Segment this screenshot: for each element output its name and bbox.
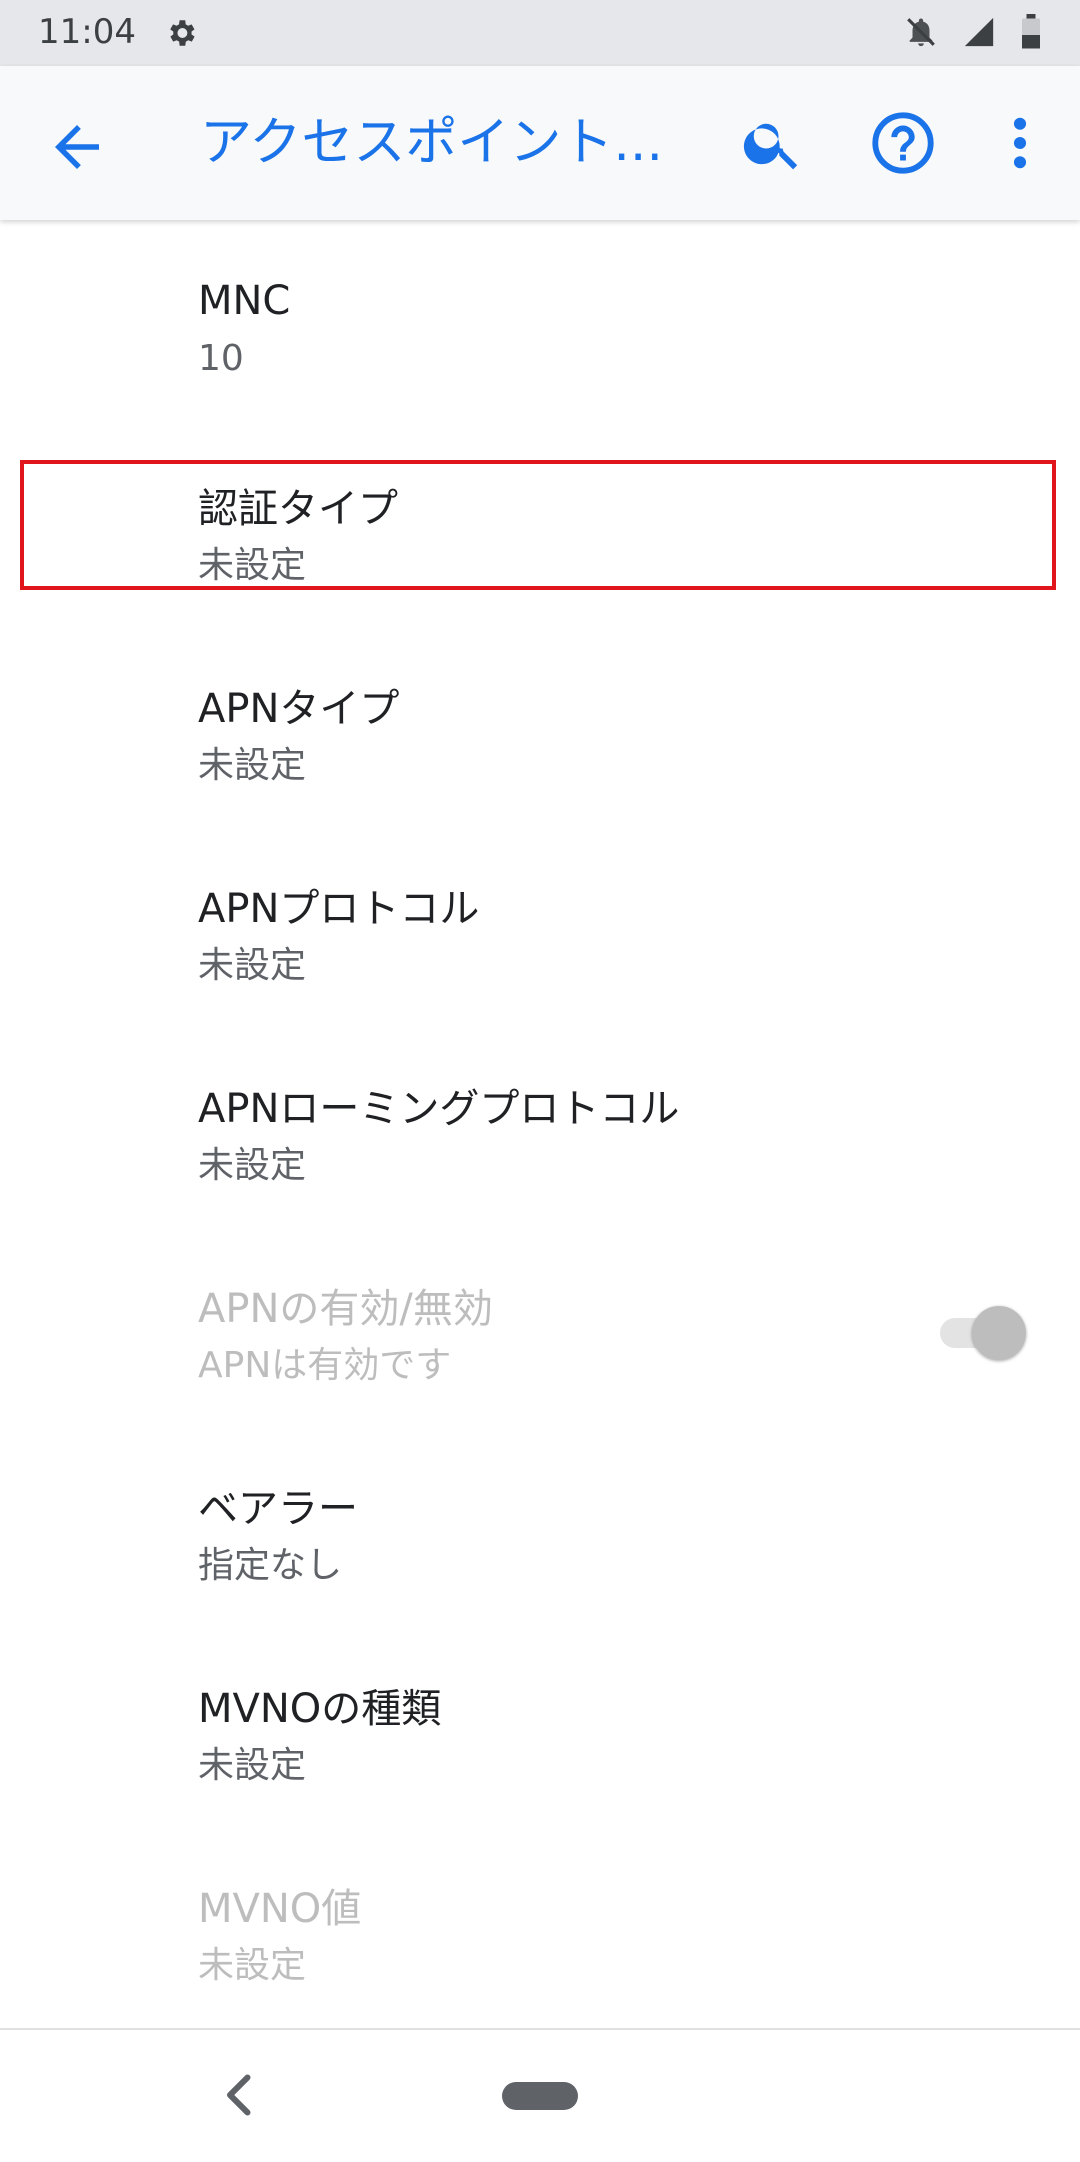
setting-title: APNの有効/無効 (198, 1286, 493, 1332)
setting-summary: 未設定 (198, 1945, 307, 1986)
setting-apn-protocol[interactable]: APNプロトコル 未設定 (0, 850, 1080, 1050)
app-bar: アクセスポイント... (0, 66, 1080, 220)
highlight-box (20, 460, 1056, 590)
setting-title: APNプロトコル (198, 886, 480, 932)
setting-mvno-type[interactable]: MVNOの種類 未設定 (0, 1650, 1080, 1850)
setting-title: MVNO値 (198, 1886, 362, 1932)
setting-mnc[interactable]: MNC 10 (0, 250, 1080, 450)
setting-title: MVNOの種類 (198, 1686, 442, 1732)
setting-summary: 未設定 (198, 1145, 307, 1186)
nav-back-icon[interactable] (220, 2070, 260, 2120)
setting-apn-enable: APNの有効/無効 APNは有効です (0, 1250, 1080, 1450)
setting-summary: 指定なし (198, 1545, 343, 1586)
status-bar: 11:04 (0, 0, 1080, 66)
home-pill-icon[interactable] (502, 2082, 578, 2110)
setting-title: APNタイプ (198, 686, 400, 732)
setting-title: APNローミングプロトコル (198, 1086, 680, 1132)
more-vert-icon[interactable] (1000, 110, 1040, 176)
setting-title: MNC (198, 278, 291, 324)
switch-thumb (972, 1306, 1026, 1360)
setting-bearer[interactable]: ベアラー 指定なし (0, 1450, 1080, 1650)
page-title: アクセスポイント... (200, 113, 663, 173)
navigation-bar (0, 2028, 1080, 2162)
setting-summary: APNは有効です (198, 1345, 452, 1386)
setting-mvno-value: MVNO値 未設定 (0, 1850, 1080, 2050)
setting-title: ベアラー (198, 1486, 358, 1532)
notifications-off-icon (904, 15, 938, 53)
settings-icon (164, 16, 198, 54)
setting-apn-roaming-protocol[interactable]: APNローミングプロトコル 未設定 (0, 1050, 1080, 1250)
status-time: 11:04 (38, 12, 136, 52)
setting-summary: 10 (198, 338, 244, 379)
battery-icon (1020, 14, 1042, 54)
setting-apn-type[interactable]: APNタイプ 未設定 (0, 650, 1080, 850)
help-icon[interactable] (868, 108, 938, 178)
setting-summary: 未設定 (198, 1745, 307, 1786)
back-arrow-icon[interactable] (44, 114, 110, 180)
apn-enable-switch (934, 1302, 1026, 1362)
setting-summary: 未設定 (198, 945, 307, 986)
search-icon[interactable] (740, 110, 806, 176)
signal-icon (962, 15, 996, 53)
setting-summary: 未設定 (198, 745, 307, 786)
status-icons (904, 14, 1042, 54)
